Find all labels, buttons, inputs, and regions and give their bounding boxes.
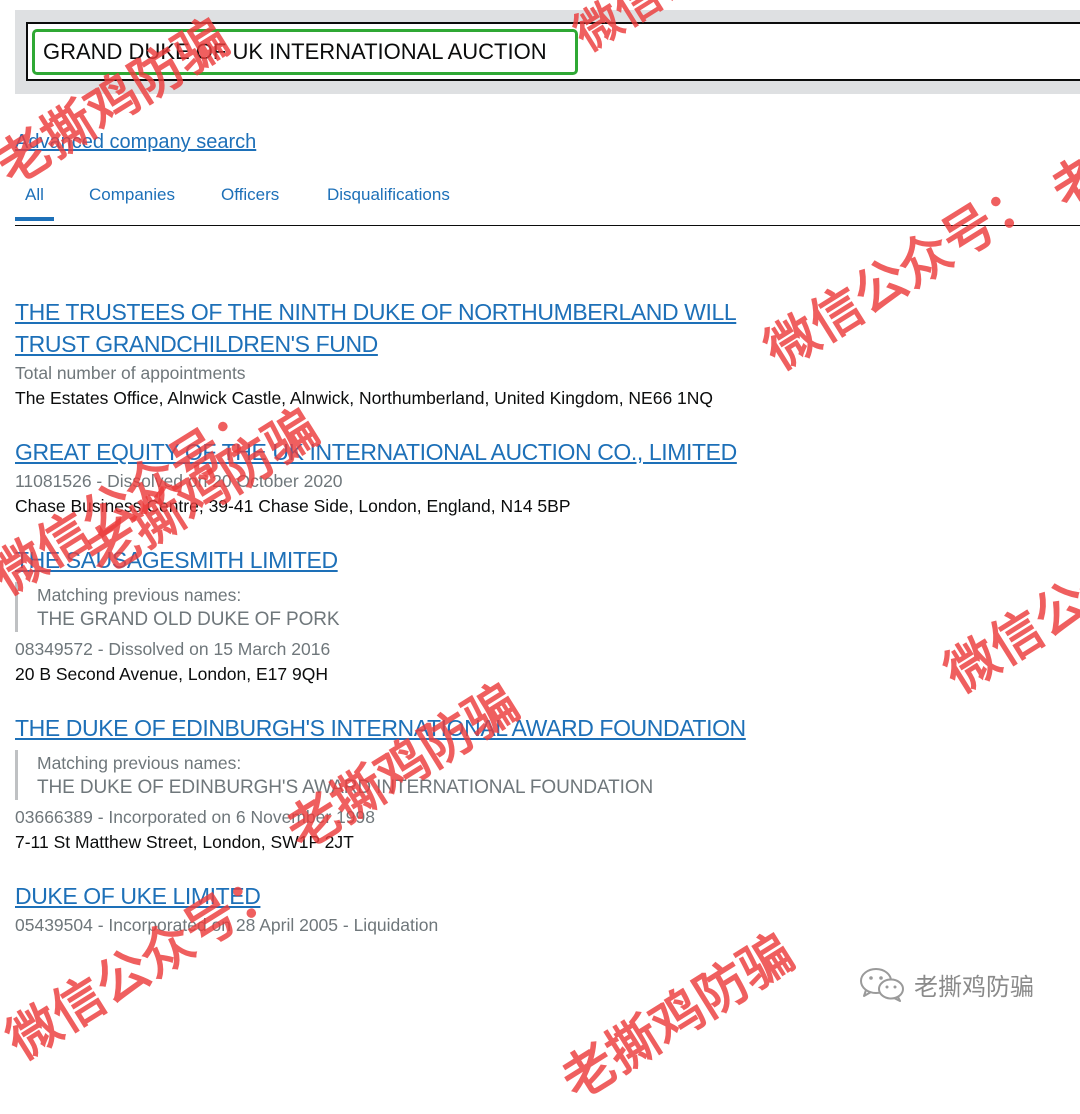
result-item: THE SAUSAGESMITH LIMITED Matching previo… <box>15 544 775 686</box>
previous-name: THE GRAND OLD DUKE OF PORK <box>37 609 340 630</box>
tab-disqualifications[interactable]: Disqualifications <box>327 180 450 210</box>
tab-all[interactable]: All <box>15 180 54 221</box>
result-title[interactable]: DUKE OF UKE LIMITED <box>15 880 775 912</box>
previous-names-block: Matching previous names: THE DUKE OF EDI… <box>15 750 775 800</box>
result-address: 20 B Second Avenue, London, E17 9QH <box>15 664 328 684</box>
advanced-search-link[interactable]: Advanced company search <box>15 131 256 154</box>
result-title[interactable]: THE DUKE OF EDINBURGH'S INTERNATIONAL AW… <box>15 712 775 744</box>
result-title[interactable]: THE TRUSTEES OF THE NINTH DUKE OF NORTHU… <box>15 296 775 360</box>
result-item: DUKE OF UKE LIMITED 05439504 - Incorpora… <box>15 880 775 938</box>
result-title[interactable]: GREAT EQUITY OF THE UK INTERNATIONAL AUC… <box>15 436 775 468</box>
result-address: 7-11 St Matthew Street, London, SW1P 2JT <box>15 832 354 852</box>
wechat-logo: 老撕鸡防骗 <box>858 964 1034 1004</box>
result-meta: 03666389 - Incorporated on 6 November 19… <box>15 807 375 827</box>
result-item: THE DUKE OF EDINBURGH'S INTERNATIONAL AW… <box>15 712 775 854</box>
tab-officers[interactable]: Officers <box>221 180 279 210</box>
tabs-divider <box>15 225 1080 226</box>
previous-names-label: Matching previous names: <box>37 753 242 773</box>
previous-name: THE DUKE OF EDINBURGH'S AWARD INTERNATIO… <box>37 777 654 798</box>
previous-names-label: Matching previous names: <box>37 585 242 605</box>
watermark-text: 老撕鸡防骗 <box>551 923 805 1112</box>
wechat-icon <box>860 968 904 1002</box>
wechat-account-name: 老撕鸡防骗 <box>914 972 1034 1001</box>
result-item: GREAT EQUITY OF THE UK INTERNATIONAL AUC… <box>15 436 775 518</box>
tab-companies[interactable]: Companies <box>89 180 175 210</box>
result-meta: 05439504 - Incorporated on 28 April 2005… <box>15 915 439 935</box>
result-meta: 11081526 - Dissolved on 20 October 2020 <box>15 471 343 491</box>
result-title[interactable]: THE SAUSAGESMITH LIMITED <box>15 544 775 576</box>
search-input[interactable] <box>32 29 578 75</box>
search-tabs: All Companies Officers Disqualifications <box>15 180 1080 226</box>
result-item: THE TRUSTEES OF THE NINTH DUKE OF NORTHU… <box>15 296 775 410</box>
previous-names-block: Matching previous names: THE GRAND OLD D… <box>15 582 775 632</box>
result-address: The Estates Office, Alnwick Castle, Alnw… <box>15 388 714 408</box>
result-meta: Total number of appointments <box>15 363 246 383</box>
results-list: THE TRUSTEES OF THE NINTH DUKE OF NORTHU… <box>15 296 775 938</box>
result-address: Chase Business Centre, 39-41 Chase Side,… <box>15 496 571 516</box>
watermark-text: 微信公众号： <box>934 488 1080 705</box>
result-meta: 08349572 - Dissolved on 15 March 2016 <box>15 639 331 659</box>
